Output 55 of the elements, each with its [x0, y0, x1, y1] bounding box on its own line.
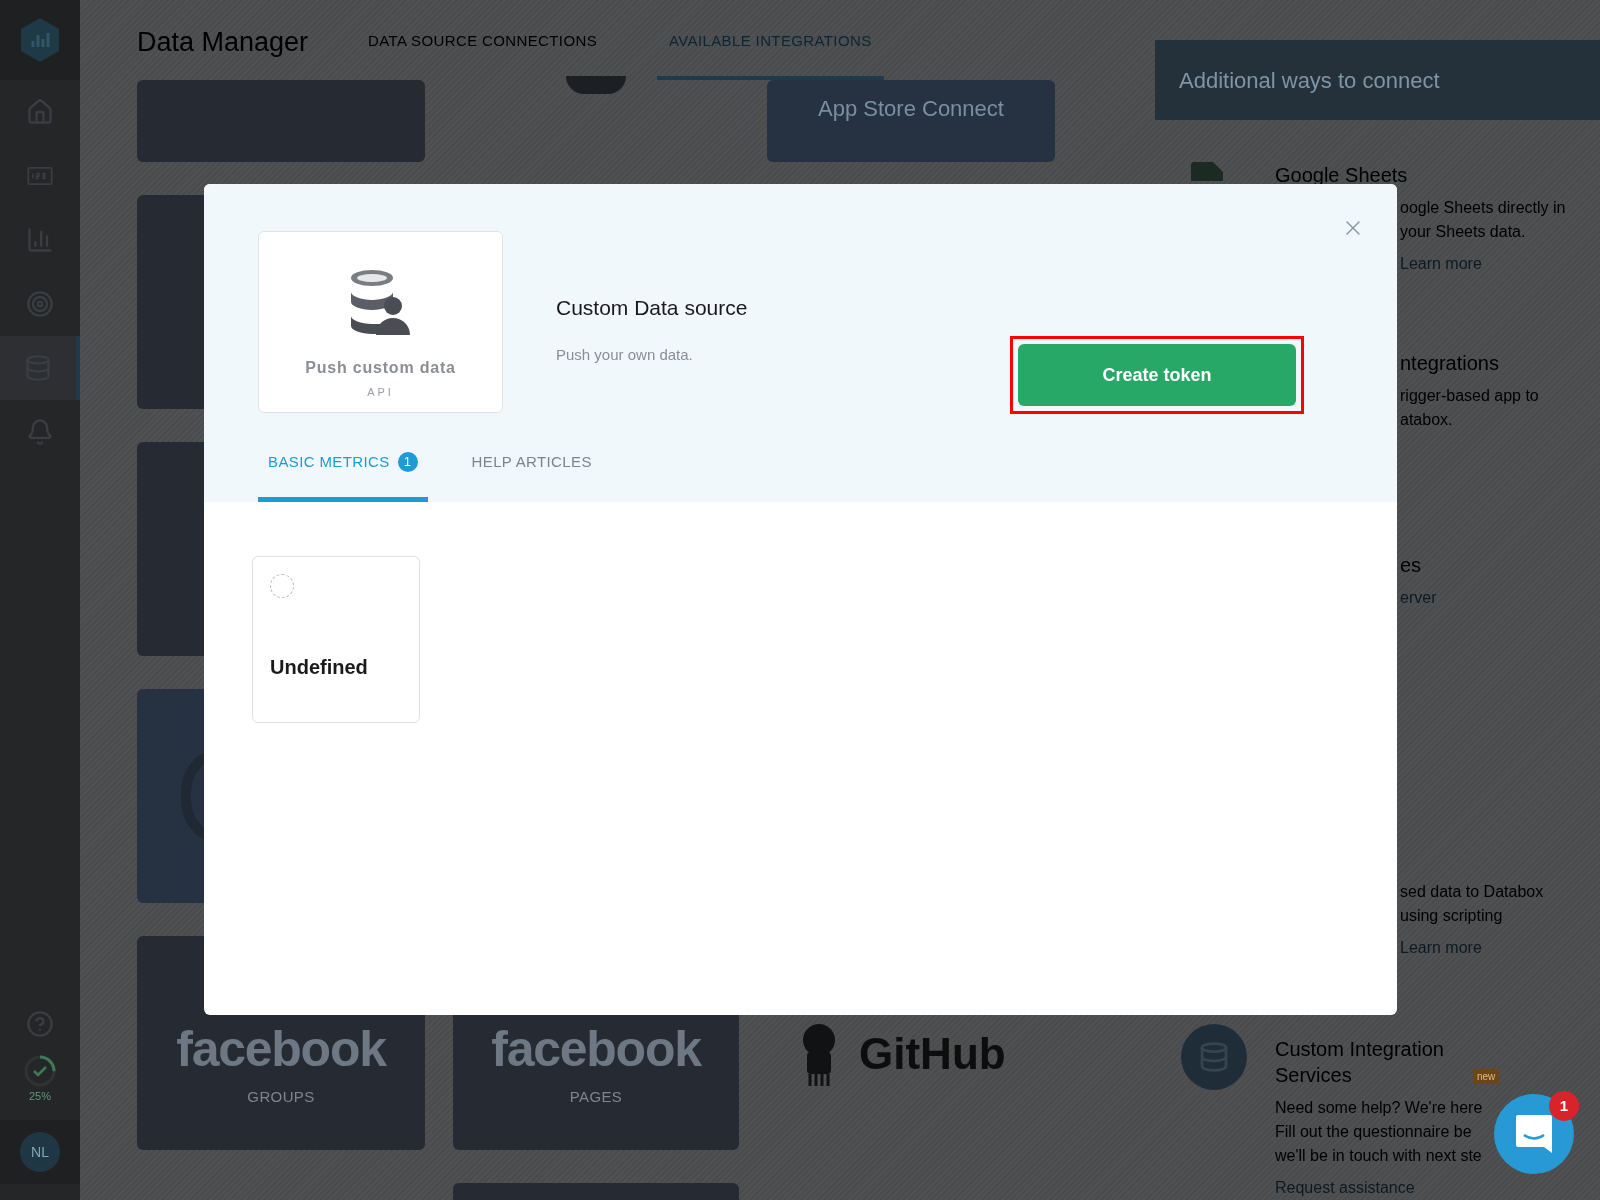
- section-description: sed data to Databox: [1400, 883, 1544, 900]
- chat-button[interactable]: [1494, 1094, 1574, 1174]
- tab[interactable]: BASIC METRICS 1: [258, 450, 428, 502]
- source-description: Push your own data.: [556, 344, 694, 365]
- sidebar-item[interactable]: [0, 336, 80, 400]
- card-subtitle: API: [367, 385, 394, 400]
- section-link[interactable]: Learn more: [1400, 939, 1482, 956]
- section-description: Need some help? We're here: [1275, 1099, 1483, 1116]
- section-description: we'll be in touch with next ste: [1275, 1147, 1482, 1164]
- page-title: Data Manager: [137, 25, 309, 59]
- chat-icon: [1514, 1113, 1554, 1155]
- section-title: Custom Integration Services: [1275, 1037, 1445, 1088]
- section-link[interactable]: Learn more: [1400, 255, 1482, 272]
- count-badge: 1: [397, 451, 418, 472]
- section-description: using scripting: [1400, 907, 1503, 924]
- section-title: Google Sheets: [1275, 163, 1408, 188]
- notification-badge: 1: [1549, 1091, 1579, 1121]
- section-description: oogle Sheets directly in: [1400, 199, 1566, 216]
- user-avatar[interactable]: NL: [20, 1132, 60, 1172]
- integration-card[interactable]: App Store Connect: [767, 80, 1055, 162]
- facebook-wordmark: facebook: [491, 1024, 701, 1074]
- progress-ring: [23, 1053, 57, 1088]
- section-link[interactable]: erver: [1400, 589, 1437, 606]
- section-title: es: [1400, 553, 1422, 578]
- integration-title: App Store Connect: [818, 95, 1004, 123]
- create-token-button[interactable]: Create token: [1018, 344, 1296, 406]
- document-icon: [1191, 162, 1223, 181]
- card-title: Push custom data: [305, 358, 456, 378]
- section-title: ntegrations: [1400, 351, 1499, 376]
- section-description: your Sheets data.: [1400, 223, 1526, 240]
- section-link[interactable]: Request assistance: [1275, 1179, 1415, 1196]
- source-title: Custom Data source: [556, 295, 748, 321]
- integration-subtitle: GROUPS: [247, 1087, 315, 1107]
- github-wordmark: GitHub: [859, 1032, 1006, 1076]
- integration-card[interactable]: [137, 80, 425, 162]
- logo-icon: [19, 17, 61, 63]
- section-description: rigger-based app to: [1400, 387, 1539, 404]
- bell-icon: [26, 418, 54, 446]
- metric-card[interactable]: Undefined: [252, 556, 420, 723]
- database-user-icon: [349, 270, 412, 336]
- help-icon[interactable]: [26, 1009, 54, 1038]
- page-tab[interactable]: DATA SOURCE CONNECTIONS: [356, 29, 610, 80]
- target-icon: [26, 290, 54, 318]
- home-icon: [26, 98, 54, 126]
- progress-label: 25%: [29, 1088, 51, 1104]
- metric-name: Undefined: [270, 655, 369, 680]
- chart-icon: [26, 226, 54, 254]
- integration-subtitle: PAGES: [569, 1087, 623, 1107]
- section-description: atabox.: [1400, 411, 1453, 428]
- section-description: Fill out the questionnaire be: [1275, 1123, 1472, 1140]
- tab[interactable]: HELP ARTICLES: [461, 450, 602, 502]
- database-badge-icon: [1181, 1024, 1247, 1090]
- facebook-wordmark: facebook: [176, 1024, 386, 1074]
- panel-title: Additional ways to connect: [1179, 66, 1440, 95]
- new-badge: new: [1473, 1069, 1500, 1084]
